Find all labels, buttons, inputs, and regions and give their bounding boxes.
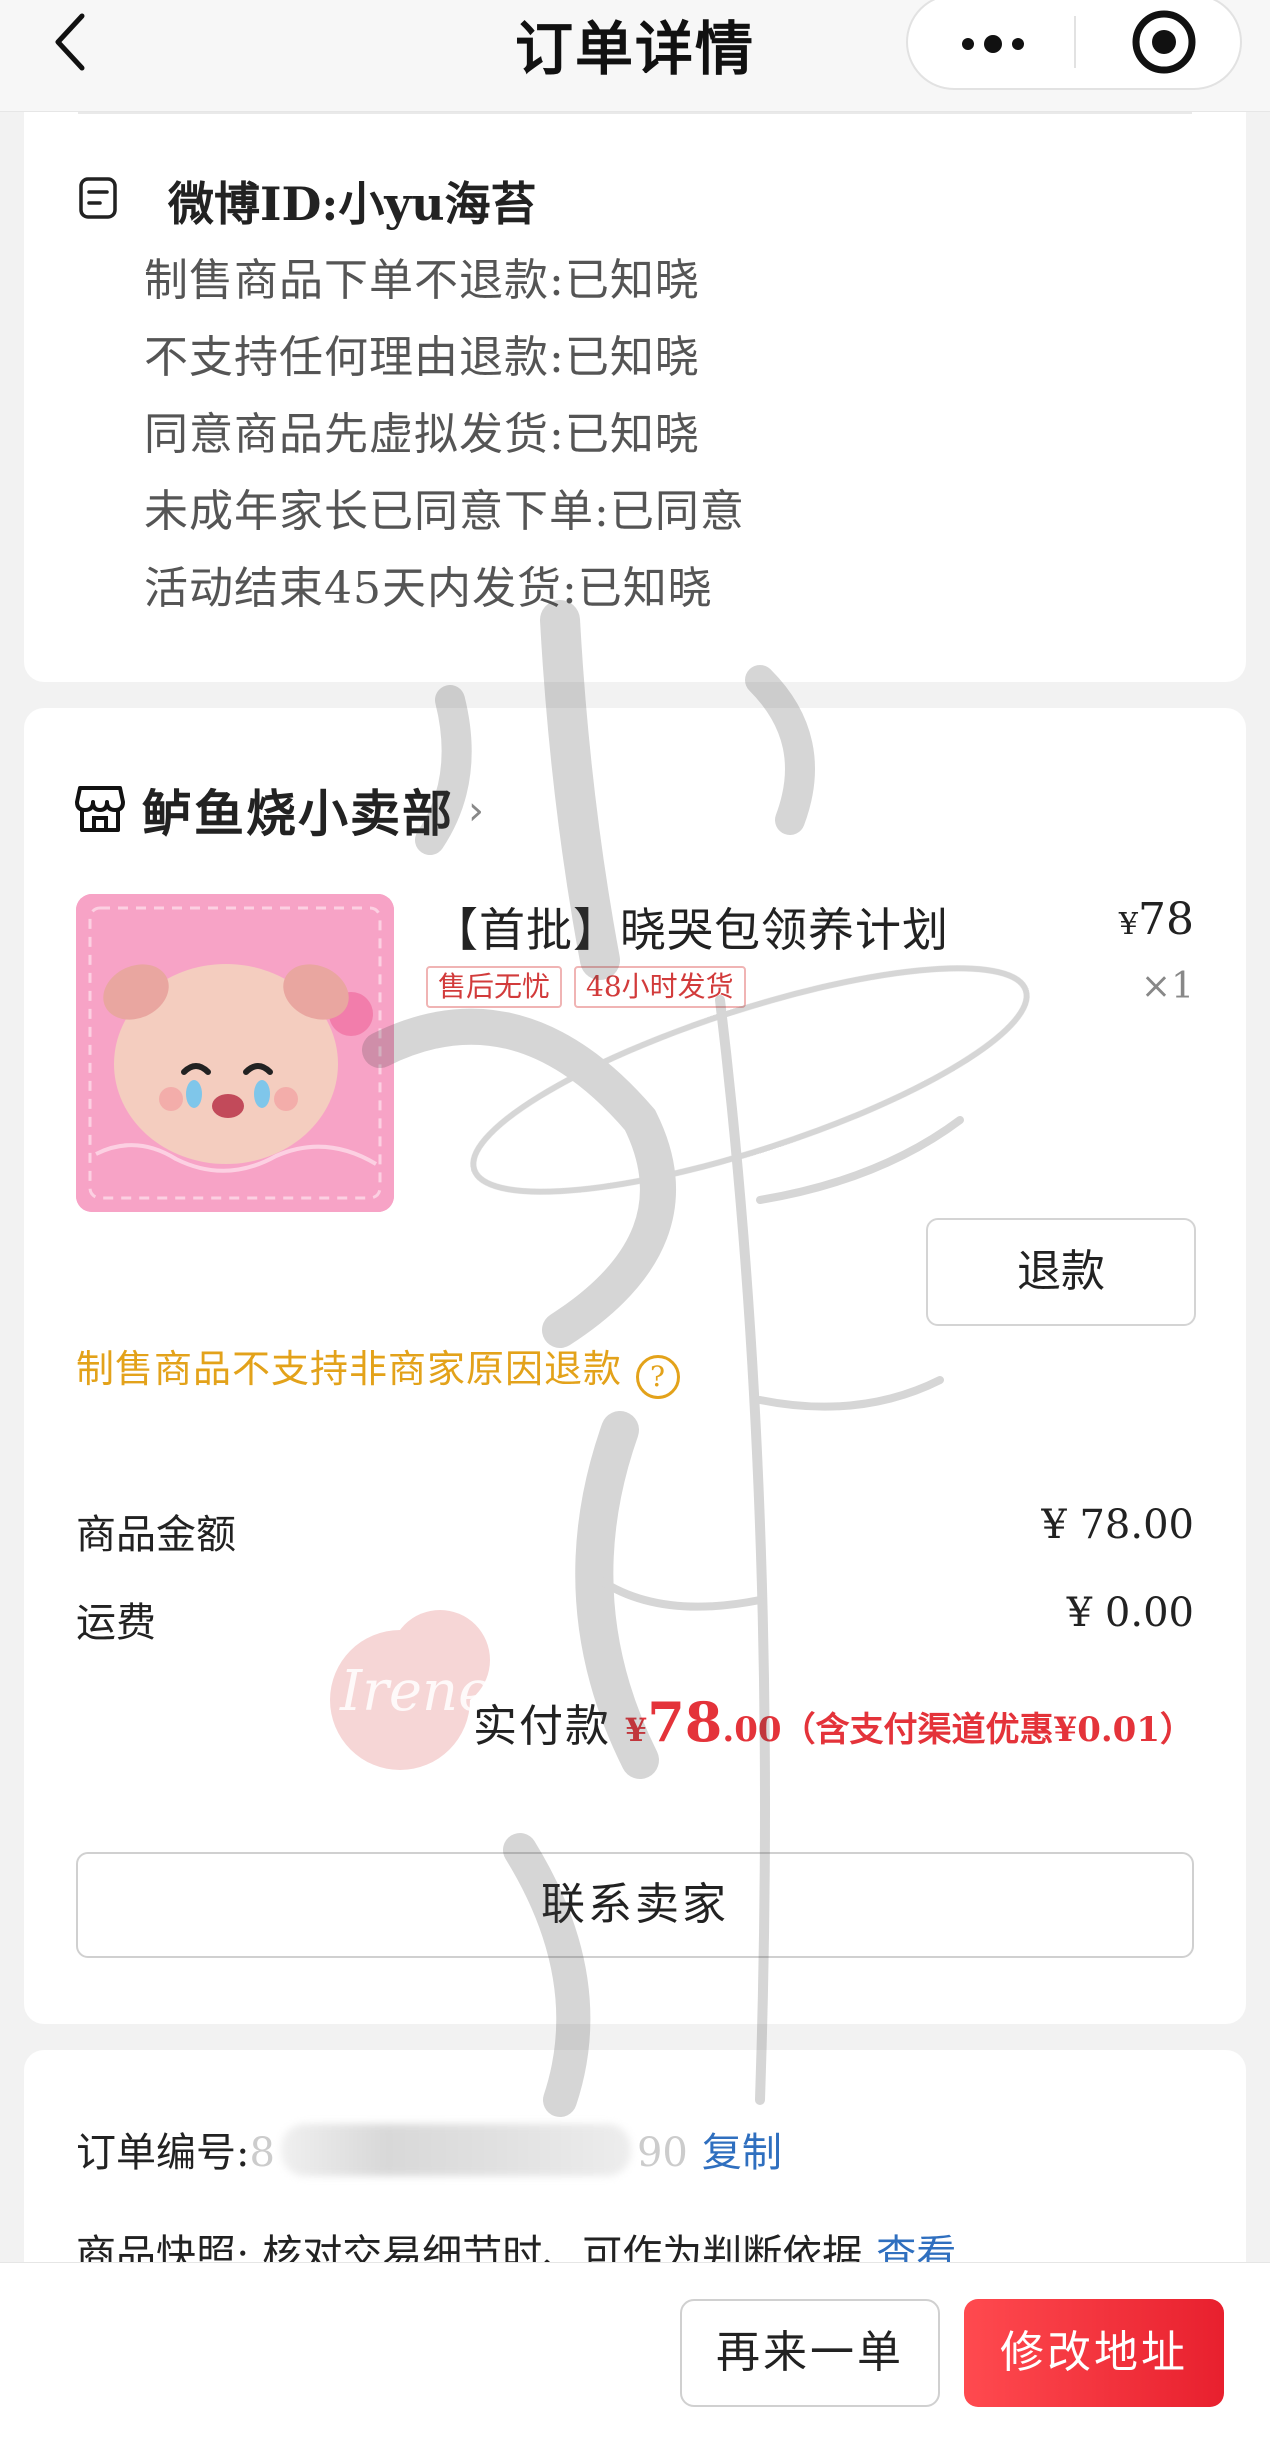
service-tag: 售后无忧 [426, 966, 563, 1008]
redacted-order-number [280, 2124, 631, 2176]
modify-address-button[interactable]: 修改地址 [964, 2299, 1224, 2407]
shop-icon [75, 786, 125, 832]
product-thumbnail[interactable] [76, 894, 394, 1212]
order-number-prefix: 8 [249, 2130, 275, 2176]
paid-decimal: .00 [722, 1710, 782, 1750]
order-number-suffix: 90 [636, 2130, 688, 2176]
copy-link[interactable]: 复制 [702, 2130, 782, 2176]
shipping-fee-label: 运费 [76, 1600, 156, 1646]
navigation-bar: 订单详情 [0, 0, 1270, 112]
divider [78, 112, 1192, 114]
target-circle-icon[interactable] [1126, 4, 1202, 80]
product-title[interactable]: 【首批】晓哭包领养计划 [432, 894, 949, 960]
remark-item: 活动结束45天内发货:已知晓 [144, 563, 713, 614]
help-icon[interactable]: ? [636, 1355, 681, 1399]
shipping-fee-row: 运费 ¥ 0.00 [76, 1590, 1194, 1650]
paid-label: 实付款 [472, 1701, 611, 1752]
price-value: 78 [1138, 894, 1194, 945]
order-number-row: 订单编号:8 90 复制 [76, 2120, 782, 2180]
paid-integer: 78 [647, 1690, 723, 1754]
paid-discount: （含支付渠道优惠¥0.01） [781, 1710, 1194, 1750]
document-icon [79, 177, 117, 219]
order-goods-card: 鲈鱼烧小卖部 › 【首批】晓哭包领养计划 售后无忧 48小时发货 ¥78 ×1 … [24, 708, 1246, 2024]
goods-amount-row: 商品金额 ¥ 78.00 [76, 1502, 1194, 1562]
refund-notice: 制售商品不支持非商家原因退款? [76, 1338, 681, 1399]
service-tag: 48小时发货 [574, 966, 746, 1008]
paid-amount: 实付款 ¥78.00（含支付渠道优惠¥0.01） [473, 1690, 1194, 1754]
contact-seller-button[interactable]: 联系卖家 [76, 1852, 1194, 1958]
refund-button[interactable]: 退款 [926, 1218, 1196, 1326]
chevron-right-icon: › [468, 788, 484, 834]
product-quantity: ×1 [1140, 966, 1194, 1007]
service-tags: 售后无忧 48小时发货 [426, 966, 746, 1008]
mini-program-capsule [906, 0, 1242, 90]
remark-item: 未成年家长已同意下单:已同意 [144, 486, 745, 537]
buyer-id: 微博ID:小yu海苔 [168, 177, 537, 231]
shop-name: 鲈鱼烧小卖部 [142, 784, 454, 843]
remark-item: 制售商品下单不退款:已知晓 [144, 255, 700, 306]
shipping-fee-value: ¥ 0.00 [1066, 1590, 1194, 1636]
refund-notice-text: 制售商品不支持非商家原因退款 [76, 1347, 623, 1391]
more-dots-icon[interactable] [948, 14, 1038, 74]
remark-item: 同意商品先虚拟发货:已知晓 [144, 409, 700, 460]
goods-amount-value: ¥ 78.00 [1041, 1502, 1194, 1548]
remark-list: 制售商品下单不退款:已知晓 不支持任何理由退款:已知晓 同意商品先虚拟发货:已知… [144, 242, 745, 627]
remark-item: 不支持任何理由退款:已知晓 [144, 332, 700, 383]
order-number-label: 订单编号: [76, 2130, 250, 2176]
buyer-remarks-card: 微博ID:小yu海苔 制售商品下单不退款:已知晓 不支持任何理由退款:已知晓 同… [24, 112, 1246, 682]
product-price: ¥78 [1119, 894, 1194, 945]
capsule-divider [1074, 16, 1076, 68]
goods-amount-label: 商品金额 [76, 1512, 236, 1558]
currency-symbol: ¥ [1118, 907, 1138, 942]
plush-image [76, 894, 394, 1212]
bottom-action-bar: 再来一单 修改地址 [0, 2262, 1270, 2448]
paid-currency: ¥ [624, 1711, 648, 1749]
order-again-button[interactable]: 再来一单 [680, 2299, 940, 2407]
